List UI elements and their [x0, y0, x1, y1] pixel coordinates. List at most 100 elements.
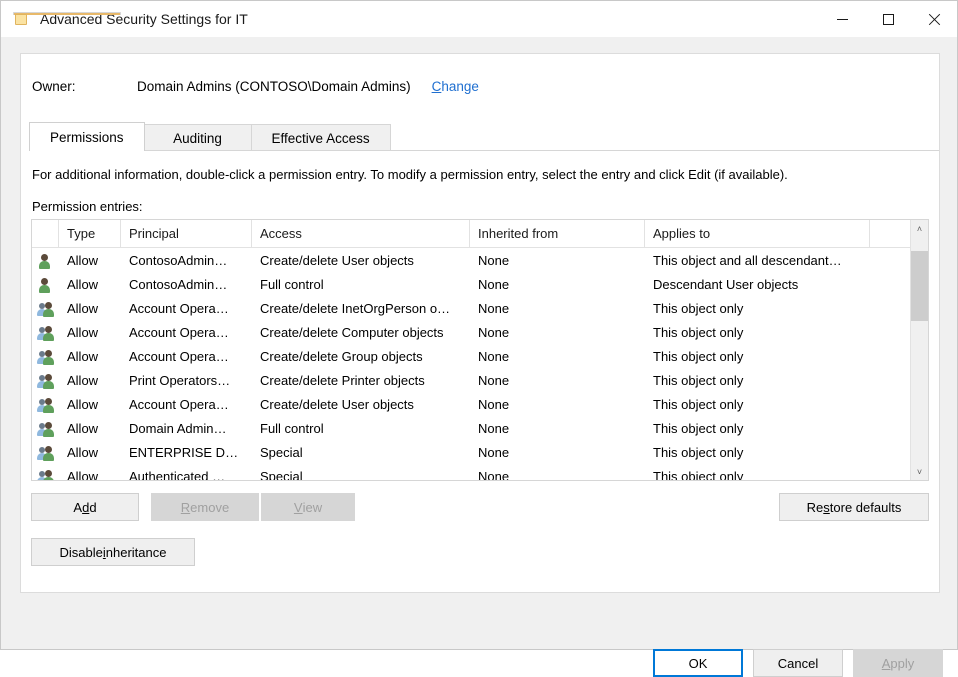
column-header-principal[interactable]: Principal [121, 220, 252, 247]
change-link-accel: C [431, 79, 442, 94]
title-bar-left: Advanced Security Settings for IT [1, 11, 819, 27]
close-icon [928, 13, 941, 26]
row-access: Full control [260, 276, 324, 292]
row-type: Allow [67, 372, 99, 388]
tab-underline [29, 150, 939, 151]
cancel-button[interactable]: Cancel [753, 649, 843, 677]
scrollbar-track[interactable] [911, 237, 928, 463]
minimize-button[interactable] [819, 1, 865, 37]
permission-entries-list[interactable]: Type Principal Access Inherited from App… [31, 219, 929, 481]
row-applies-to: This object only [653, 444, 744, 460]
content-panel: Owner: Domain Admins (CONTOSO\Domain Adm… [20, 53, 940, 593]
list-rows: Allow ContosoAdmin… Create/delete User o… [32, 248, 910, 480]
row-access: Special [260, 444, 303, 460]
table-row[interactable]: Allow Print Operators… Create/delete Pri… [32, 368, 910, 392]
user-icon [37, 276, 54, 293]
disable-button-post: nheritance [105, 544, 167, 560]
row-icon-cell [32, 248, 59, 272]
row-principal: Print Operators… [129, 372, 231, 388]
disable-inheritance-button[interactable]: Disable i nheritance [31, 538, 195, 566]
owner-label: Owner: [32, 79, 76, 94]
table-row[interactable]: Allow Account Opera… Create/delete Compu… [32, 320, 910, 344]
row-type: Allow [67, 276, 99, 292]
row-applies-to: This object only [653, 420, 744, 436]
tab-auditing[interactable]: Auditing [143, 124, 252, 151]
row-access: Create/delete User objects [260, 396, 414, 412]
change-owner-link[interactable]: Change [432, 79, 479, 94]
scroll-down-arrow-icon[interactable]: ˅ [911, 463, 928, 480]
list-scrollbar[interactable]: ˄ ˅ [910, 220, 928, 480]
row-icon-cell [32, 416, 59, 440]
remove-button[interactable]: Remove [151, 493, 259, 521]
table-row[interactable]: Allow ENTERPRISE D… Special None This ob… [32, 440, 910, 464]
row-type: Allow [67, 444, 99, 460]
list-main: Type Principal Access Inherited from App… [32, 220, 910, 480]
column-header-icon [32, 220, 59, 247]
restore-button-post: tore defaults [829, 499, 902, 515]
maximize-button[interactable] [865, 1, 911, 37]
add-button-post: d [89, 499, 97, 515]
restore-defaults-button[interactable]: Re s tore defaults [779, 493, 929, 521]
row-inherited-from: None [478, 468, 510, 481]
info-text: For additional information, double-click… [32, 167, 788, 182]
row-applies-to: Descendant User objects [653, 276, 799, 292]
cancel-button-label: Cancel [777, 655, 819, 671]
ok-button[interactable]: OK [653, 649, 743, 677]
row-icon-cell [32, 392, 59, 416]
row-inherited-from: None [478, 348, 510, 364]
table-row[interactable]: Allow Authenticated … Special None This … [32, 464, 910, 480]
row-principal: ContosoAdmin… [129, 276, 228, 292]
row-inherited-from: None [478, 324, 510, 340]
table-row[interactable]: Allow ContosoAdmin… Create/delete User o… [32, 248, 910, 272]
row-inherited-from: None [478, 396, 510, 412]
remove-button-post: emove [190, 499, 230, 515]
table-row[interactable]: Allow ContosoAdmin… Full control None De… [32, 272, 910, 296]
dialog-footer: OK Cancel Apply [1, 608, 957, 677]
row-access: Special [260, 468, 303, 481]
column-header-type[interactable]: Type [59, 220, 121, 247]
row-inherited-from: None [478, 300, 510, 316]
column-header-access[interactable]: Access [252, 220, 470, 247]
view-button-accel: V [293, 499, 303, 515]
disable-button-pre: Disable [59, 544, 103, 560]
table-row[interactable]: Allow Account Opera… Create/delete Group… [32, 344, 910, 368]
scrollbar-thumb[interactable] [911, 251, 928, 321]
advanced-security-settings-dialog: Advanced Security Settings for IT Owner:… [0, 0, 958, 677]
row-applies-to: This object only [653, 396, 744, 412]
scroll-up-arrow-icon[interactable]: ˄ [911, 220, 928, 237]
table-row[interactable]: Allow Domain Admin… Full control None Th… [32, 416, 910, 440]
tab-effective-access-label: Effective Access [271, 130, 370, 146]
row-principal: Account Opera… [129, 324, 229, 340]
close-button[interactable] [911, 1, 957, 37]
tab-effective-access[interactable]: Effective Access [250, 124, 391, 151]
row-principal: Authenticated … [129, 468, 226, 481]
table-row[interactable]: Allow Account Opera… Create/delete InetO… [32, 296, 910, 320]
view-button[interactable]: View [261, 493, 355, 521]
row-access: Create/delete Computer objects [260, 324, 444, 340]
maximize-icon [882, 13, 894, 25]
row-inherited-from: None [478, 444, 510, 460]
add-button-pre: A [73, 499, 83, 515]
row-principal: Account Opera… [129, 396, 229, 412]
column-header-applies-to[interactable]: Applies to [645, 220, 870, 247]
owner-value: Domain Admins (CONTOSO\Domain Admins) [137, 79, 411, 94]
apply-button-post: pply [890, 655, 915, 671]
row-type: Allow [67, 324, 99, 340]
view-button-post: iew [302, 499, 323, 515]
row-access: Create/delete Group objects [260, 348, 423, 364]
column-header-inherited-from[interactable]: Inherited from [470, 220, 645, 247]
row-access: Create/delete User objects [260, 252, 414, 268]
add-button[interactable]: Add [31, 493, 139, 521]
row-principal: Account Opera… [129, 348, 229, 364]
apply-button[interactable]: Apply [853, 649, 943, 677]
table-row[interactable]: Allow Account Opera… Create/delete User … [32, 392, 910, 416]
row-principal: ENTERPRISE D… [129, 444, 239, 460]
row-type: Allow [67, 300, 99, 316]
group-icon [37, 444, 54, 461]
row-type: Allow [67, 468, 99, 481]
row-type: Allow [67, 252, 99, 268]
row-inherited-from: None [478, 372, 510, 388]
row-inherited-from: None [478, 276, 510, 292]
tab-permissions[interactable]: Permissions [29, 122, 145, 152]
group-icon [37, 324, 54, 341]
